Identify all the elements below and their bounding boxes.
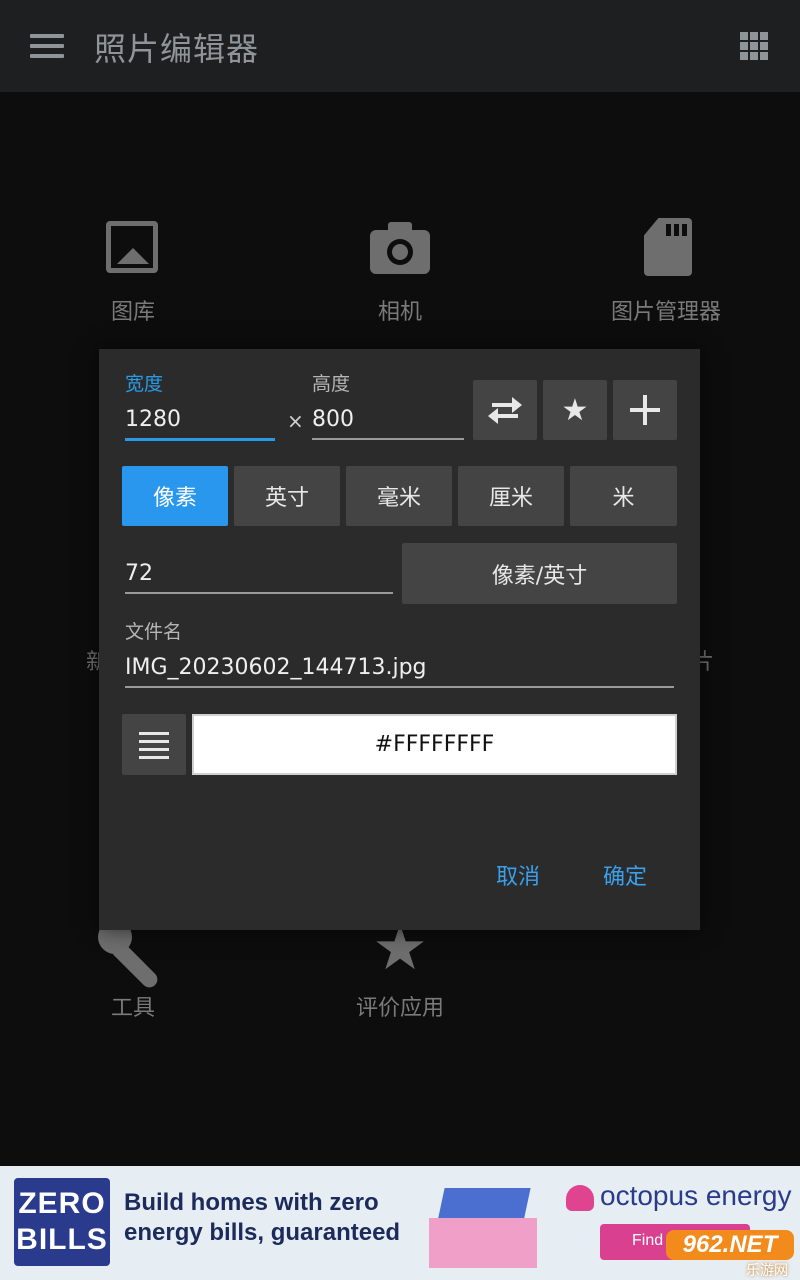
swap-icon (488, 396, 522, 424)
height-input[interactable]: 800 (312, 407, 354, 432)
filename-label: 文件名 (125, 621, 183, 643)
star-icon: ★ (561, 392, 589, 428)
apps-grid-icon[interactable] (740, 32, 768, 60)
times-sign: × (287, 409, 304, 433)
tile-gallery[interactable]: 图库 (23, 218, 243, 326)
height-underline (312, 438, 464, 440)
color-value-field[interactable]: #FFFFFFFF (192, 714, 677, 775)
watermark-sub: 乐游网 (746, 1263, 788, 1279)
resolution-input[interactable]: 72 (125, 561, 153, 586)
tile-camera-label: 相机 (377, 300, 422, 325)
color-menu-button[interactable] (122, 714, 186, 775)
ad-house-image (425, 1174, 545, 1274)
lines-icon (139, 731, 169, 759)
width-label: 宽度 (125, 373, 164, 395)
add-preset-button[interactable] (613, 380, 677, 440)
tile-tools[interactable]: 工具 (23, 990, 243, 1022)
ad-brand-text: octopus energy (600, 1180, 792, 1211)
resolution-unit-button[interactable]: 像素/英寸 (402, 543, 677, 604)
cancel-button[interactable]: 取消 (496, 859, 540, 891)
ad-headline-line2: energy bills, guaranteed (124, 1219, 401, 1246)
unit-inch-button[interactable]: 英寸 (234, 466, 340, 526)
tile-tools-label: 工具 (110, 996, 155, 1021)
filename-input[interactable]: IMG_20230602_144713.jpg (125, 655, 427, 680)
width-underline (125, 438, 275, 441)
resolution-underline (125, 592, 393, 594)
ad-brand: octopus energy (566, 1180, 791, 1212)
width-input[interactable]: 1280 (125, 407, 181, 432)
octopus-icon (566, 1184, 594, 1211)
tile-gallery-label: 图库 (110, 300, 155, 325)
ad-headline: Build homes with zero energy bills, guar… (124, 1188, 400, 1248)
plus-icon (630, 395, 660, 425)
unit-m-button[interactable]: 米 (570, 466, 677, 526)
unit-cm-button[interactable]: 厘米 (458, 466, 564, 526)
tile-rate-app-label: 评价应用 (355, 996, 444, 1021)
ad-logo: ZERO BILLS (14, 1178, 110, 1266)
unit-mm-button[interactable]: 毫米 (346, 466, 452, 526)
ok-button[interactable]: 确定 (603, 859, 647, 891)
filename-underline (125, 686, 674, 688)
favorite-size-button[interactable]: ★ (543, 380, 607, 440)
new-image-dialog: 宽度 1280 × 高度 800 ★ 像素 英寸 毫米 厘米 米 72 像素/英… (99, 349, 700, 930)
watermark-main: 962.NET (666, 1230, 794, 1260)
tile-camera[interactable]: 相机 (290, 218, 510, 326)
sd-card-icon (636, 218, 696, 280)
menu-icon[interactable] (30, 34, 64, 58)
unit-pixel-button[interactable]: 像素 (122, 466, 228, 526)
tile-rate-app[interactable]: 评价应用 (290, 990, 510, 1022)
gallery-icon (103, 218, 163, 280)
camera-icon (370, 218, 430, 280)
app-title: 照片编辑器 (94, 30, 260, 68)
app-bar: 照片编辑器 (0, 0, 800, 92)
ad-logo-line2: BILLS (16, 1223, 108, 1256)
ad-logo-line1: ZERO (18, 1187, 106, 1220)
ad-headline-line1: Build homes with zero (124, 1189, 379, 1216)
tile-image-manager-label: 图片管理器 (610, 300, 721, 325)
tile-image-manager[interactable]: 图片管理器 (556, 218, 776, 326)
swap-dimensions-button[interactable] (473, 380, 537, 440)
watermark: 962.NET 乐游网 (666, 1230, 796, 1279)
height-label: 高度 (312, 373, 351, 395)
